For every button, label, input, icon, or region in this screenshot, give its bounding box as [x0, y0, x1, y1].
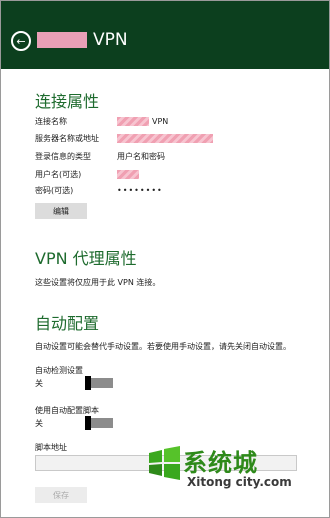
toggle-knob: [85, 416, 91, 430]
watermark-url: Xitong city.com: [187, 475, 292, 489]
proxy-properties-title: VPN 代理属性: [35, 249, 137, 268]
connection-properties-title: 连接属性: [35, 92, 100, 111]
auto-script-state: 关: [35, 419, 43, 428]
redacted-value: [117, 170, 139, 179]
windows-logo-icon: [149, 446, 180, 480]
prop-value: [117, 170, 139, 179]
auto-config-title: 自动配置: [35, 314, 100, 333]
auto-detect-state: 关: [35, 379, 43, 388]
prop-label: 用户名(可选): [35, 170, 82, 179]
prop-label: 登录信息的类型: [35, 152, 91, 161]
watermark: 系统城 Xitong city.com: [147, 441, 307, 495]
watermark-brand: 系统城: [183, 449, 258, 477]
prop-value: [117, 134, 213, 143]
prop-row-password: 密码(可选) ••••••••: [35, 185, 163, 196]
prop-value: VPN: [117, 117, 168, 126]
back-arrow-icon[interactable]: ←: [11, 31, 31, 51]
redacted-name: [37, 32, 87, 48]
redacted-value: [117, 117, 149, 126]
page-title: VPN: [37, 30, 128, 50]
prop-label: 服务器名称或地址: [35, 134, 99, 143]
auto-script-label: 使用自动配置脚本: [35, 406, 99, 415]
prop-row-username: 用户名(可选): [35, 169, 139, 180]
prop-label: 密码(可选): [35, 186, 74, 195]
prop-value: ••••••••: [117, 186, 163, 195]
auto-detect-label: 自动检测设置: [35, 366, 83, 375]
prop-row-login-type: 登录信息的类型 用户名和密码: [35, 151, 165, 162]
save-button[interactable]: 保存: [35, 487, 87, 503]
edit-button[interactable]: 编辑: [35, 203, 87, 219]
toggle-knob: [85, 376, 91, 390]
auto-detect-toggle[interactable]: [85, 376, 113, 390]
script-address-label: 脚本地址: [35, 443, 67, 452]
auto-script-toggle[interactable]: [85, 416, 113, 430]
prop-value: 用户名和密码: [117, 152, 165, 161]
redacted-value: [117, 134, 213, 143]
header-bar: ← VPN: [1, 1, 329, 69]
prop-label: 连接名称: [35, 117, 67, 126]
prop-row-connection-name: 连接名称 VPN: [35, 116, 168, 127]
prop-row-server: 服务器名称或地址: [35, 133, 213, 144]
auto-config-description: 自动设置可能会替代手动设置。若要使用手动设置，请先关闭自动设置。: [35, 342, 291, 351]
proxy-description: 这些设置将仅应用于此 VPN 连接。: [35, 278, 161, 287]
